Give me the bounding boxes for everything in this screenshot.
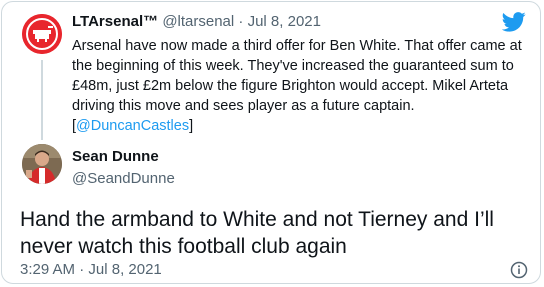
author-display-name[interactable]: Sean Dunne [72,148,159,165]
quoted-tweet-header: LTArsenal™ @ltarsenal · Jul 8, 2021 [72,13,321,30]
quoted-date[interactable]: Jul 8, 2021 [248,13,321,30]
tweet-date[interactable]: Jul 8, 2021 [88,261,161,278]
ltarsenal-avatar[interactable] [22,14,62,54]
twitter-bird-icon[interactable] [501,12,526,32]
quoted-tweet-body-end: ] [189,118,194,134]
quoted-tweet-text: Arsenal have now made a third offer for … [72,36,527,136]
seandunne-avatar[interactable] [22,144,62,184]
tweet-text: Hand the armband to White and not Tierne… [20,208,494,258]
author-handle[interactable]: @SeandDunne [72,170,175,187]
quoted-display-name[interactable]: LTArsenal™ [72,13,158,30]
tweet-card: LTArsenal™ @ltarsenal · Jul 8, 2021 Arse… [1,1,541,284]
tweet-time[interactable]: 3:29 AM [20,261,75,278]
quoted-separator: · [238,13,244,30]
quoted-handle[interactable]: @ltarsenal [162,13,234,30]
mention-link[interactable]: @DuncanCastles [76,118,189,134]
tweet-timestamp[interactable]: 3:29 AM · Jul 8, 2021 [20,261,162,278]
timestamp-separator: · [79,261,85,278]
info-icon[interactable] [510,261,528,279]
thread-connector-line [41,60,43,140]
